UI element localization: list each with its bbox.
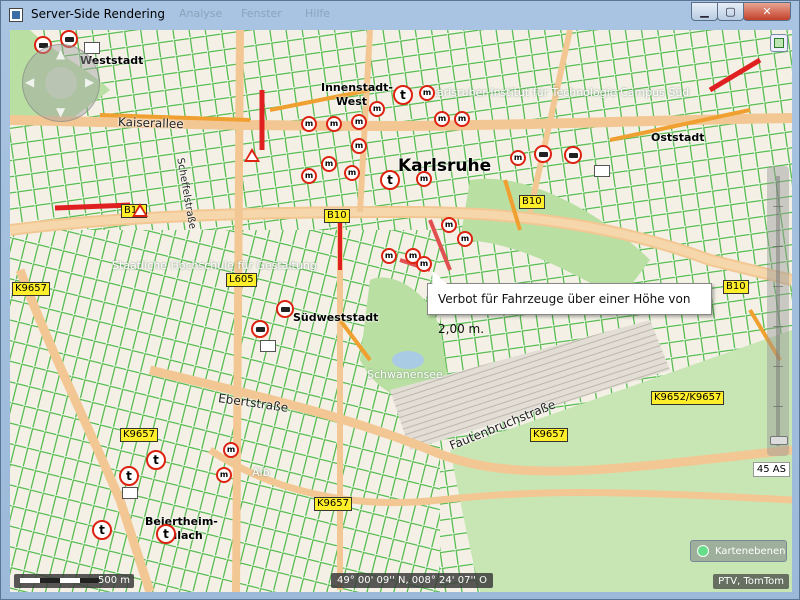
weight-limit-icon[interactable]: t	[92, 520, 112, 540]
height-limit-icon[interactable]: m	[301, 116, 317, 132]
height-limit-icon[interactable]: m	[416, 256, 432, 272]
height-limit-icon[interactable]: m	[434, 111, 450, 127]
water-alb: Alb	[252, 466, 270, 479]
zoom-tick	[773, 246, 783, 247]
copyright-notice: PTV, TomTom	[713, 574, 789, 589]
zoom-tick	[773, 286, 783, 287]
height-limit-icon[interactable]: m	[351, 114, 367, 130]
height-limit-icon[interactable]: m	[351, 138, 367, 154]
height-limit-icon[interactable]: m	[441, 217, 457, 233]
pan-right-icon[interactable]: ▶	[85, 75, 94, 89]
height-limit-icon[interactable]: m	[223, 442, 239, 458]
place-oststadt: Oststadt	[651, 131, 705, 144]
poi-kit-campus: Karlsruher Institut für Technologie Camp…	[430, 86, 690, 99]
info-plate-icon	[84, 42, 100, 54]
water-schwanensee: Schwanensee	[367, 368, 443, 381]
north-south-road	[232, 30, 244, 592]
road-shield-k9657: K9657	[120, 428, 159, 442]
pan-control[interactable]: ▲ ▼ ◀ ▶	[22, 44, 100, 122]
window-title: Server-Side Rendering	[31, 7, 165, 21]
road-shield-b10: B10	[723, 280, 749, 294]
warning-icon[interactable]	[244, 148, 260, 162]
height-limit-icon[interactable]: m	[216, 467, 232, 483]
truck-ban-icon[interactable]	[276, 300, 294, 318]
scale-segment	[60, 578, 80, 583]
map-layers-label: Kartenebenen	[715, 546, 786, 557]
pan-down-icon[interactable]: ▼	[56, 105, 65, 119]
map-tooltip: Verbot für Fahrzeuge über einer Höhe von…	[427, 283, 712, 336]
scale-segment	[40, 578, 60, 583]
road-shield-k9652: K9652/K9657	[651, 391, 725, 405]
zoom-level-label: 45 AS	[752, 462, 790, 477]
place-karlsruhe: Karlsruhe	[398, 156, 492, 176]
place-innenstadt-west-1: Innenstadt-	[321, 81, 393, 94]
road-shield-l605: L605	[226, 273, 257, 287]
street-kaiserallee: Kaiserallee	[117, 114, 184, 132]
truck-ban-icon[interactable]	[251, 320, 269, 338]
place-suedweststadt: Südweststadt	[293, 311, 379, 324]
road-shield-b10: B10	[324, 209, 350, 223]
height-limit-icon[interactable]: m	[419, 85, 435, 101]
height-limit-icon[interactable]: m	[457, 231, 473, 247]
place-innenstadt-west-2: West	[336, 95, 368, 108]
coordinates-display: 49° 00' 09'' N, 008° 24' 07'' O	[331, 573, 493, 588]
traffic-jam-segment	[54, 202, 131, 211]
road-shield-k9657: K9657	[314, 497, 353, 511]
scale-label: 500 m	[97, 575, 130, 586]
maximize-button[interactable]: ▢	[717, 2, 744, 21]
pan-center[interactable]	[45, 67, 77, 99]
scale-segment	[20, 578, 40, 583]
close-icon: ✕	[762, 5, 772, 18]
height-limit-icon[interactable]: m	[381, 248, 397, 264]
app-icon	[9, 8, 23, 22]
pan-left-icon[interactable]: ◀	[25, 75, 34, 89]
zoom-slider[interactable]	[767, 166, 789, 456]
info-plate-icon	[260, 340, 276, 352]
warning-icon[interactable]	[132, 203, 148, 217]
maximize-icon: ▢	[725, 5, 736, 18]
weight-limit-icon[interactable]: t	[156, 524, 176, 544]
menu-hilfe[interactable]: Hilfe	[305, 7, 330, 20]
layers-icon	[697, 545, 709, 557]
weight-limit-icon[interactable]: t	[146, 450, 166, 470]
truck-ban-icon[interactable]	[564, 146, 582, 164]
place-beiertheim-1: Beiertheim-	[145, 515, 218, 528]
poi-hochschule: Staatliche Hochschule für Gestaltung	[112, 259, 317, 272]
layers-toggle-button[interactable]	[770, 34, 788, 52]
road-shield-k9657: K9657	[12, 282, 51, 296]
app-window: Server-Side Rendering Analyse Fenster Hi…	[0, 0, 800, 600]
height-limit-icon[interactable]: m	[321, 156, 337, 172]
weight-limit-icon[interactable]: t	[380, 170, 400, 190]
pan-up-icon[interactable]: ▲	[56, 47, 65, 61]
info-plate-icon	[594, 165, 610, 177]
height-limit-icon[interactable]: m	[416, 171, 432, 187]
weight-limit-icon[interactable]: t	[393, 85, 413, 105]
height-limit-icon[interactable]: m	[344, 165, 360, 181]
schwanensee-water	[392, 351, 424, 369]
minimize-button[interactable]: ▁	[691, 2, 718, 21]
height-limit-icon[interactable]: m	[369, 101, 385, 117]
zoom-tick	[773, 406, 783, 407]
menu-fenster[interactable]: Fenster	[241, 7, 282, 20]
height-limit-icon[interactable]: m	[454, 111, 470, 127]
truck-ban-icon[interactable]	[534, 145, 552, 163]
map-layers-button[interactable]: Kartenebenen	[690, 540, 787, 562]
weight-limit-icon[interactable]: t	[119, 466, 139, 486]
zoom-tick	[773, 366, 783, 367]
zoom-tick	[773, 326, 783, 327]
title-bar[interactable]: Server-Side Rendering Analyse Fenster Hi…	[1, 1, 799, 29]
height-limit-icon[interactable]: m	[326, 116, 342, 132]
scale-bar: 500 m	[14, 574, 134, 588]
road-shield-b10: B10	[519, 195, 545, 209]
close-button[interactable]: ✕	[743, 2, 791, 21]
zoom-tick	[773, 206, 783, 207]
road-shield-k9657: K9657	[530, 428, 569, 442]
menu-analyse[interactable]: Analyse	[179, 7, 222, 20]
minimize-icon: ▁	[700, 5, 709, 18]
map-view[interactable]: Weststadt Innenstadt- West Karlsruhe Ost…	[10, 30, 792, 592]
height-limit-icon[interactable]: m	[510, 150, 526, 166]
zoom-thumb[interactable]	[770, 436, 788, 445]
info-plate-icon	[122, 487, 138, 499]
height-limit-icon[interactable]: m	[301, 168, 317, 184]
